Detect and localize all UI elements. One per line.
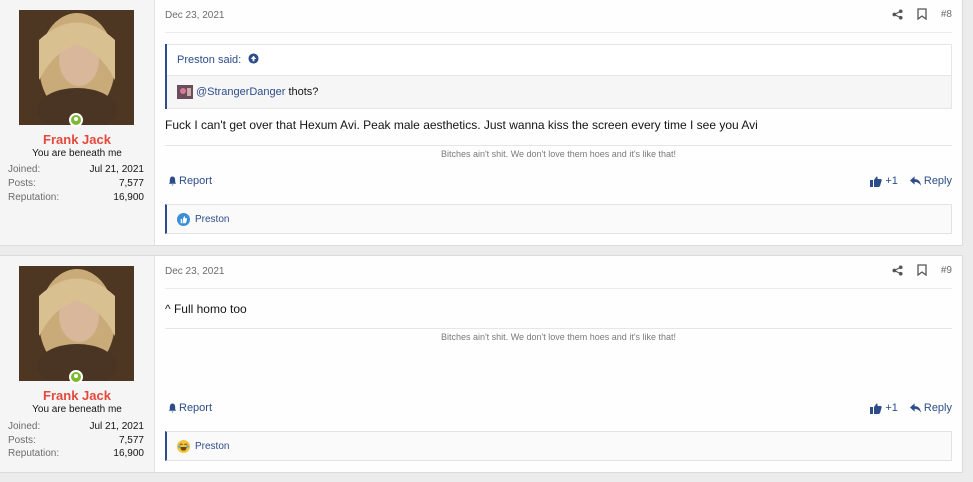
post-actions: +1 Reply xyxy=(870,402,952,414)
reactions-bar[interactable]: Preston xyxy=(165,431,952,461)
post-number[interactable]: #8 xyxy=(941,9,952,20)
report-label: Report xyxy=(179,402,213,414)
post-number[interactable]: #9 xyxy=(941,265,952,276)
share-icon[interactable] xyxy=(892,8,903,20)
stat-value: 16,900 xyxy=(113,448,144,459)
stat-value: Jul 21, 2021 xyxy=(89,164,145,175)
signature: Bitches ain't shit. We don't love them h… xyxy=(440,149,677,159)
divider xyxy=(165,288,952,289)
bookmark-icon[interactable] xyxy=(917,8,927,20)
post-body: Fuck I can't get over that Hexum Avi. Pe… xyxy=(165,118,758,132)
quote-text: thots? xyxy=(288,86,319,98)
reply-icon xyxy=(909,176,921,186)
post-actions: +1 Reply xyxy=(870,175,952,187)
report-button[interactable]: Report xyxy=(168,402,212,414)
report-button[interactable]: Report xyxy=(168,175,212,187)
post-date[interactable]: Dec 23, 2021 xyxy=(165,266,225,277)
reaction-user[interactable]: Preston xyxy=(195,214,229,225)
avatar[interactable] xyxy=(19,266,134,381)
post-tools: #8 xyxy=(892,8,952,20)
quote-body: @StrangerDanger thots? xyxy=(167,76,952,109)
reply-button[interactable]: Reply xyxy=(909,402,952,414)
user-sidebar: Frank Jack You are beneath me Joined: Ju… xyxy=(0,0,155,245)
signature-divider xyxy=(165,328,952,329)
stat-value: 7,577 xyxy=(118,435,144,446)
online-status-icon xyxy=(69,113,83,127)
bell-icon xyxy=(168,403,177,413)
post-body: ^ Full homo too xyxy=(165,302,247,316)
username[interactable]: Frank Jack xyxy=(0,388,154,403)
reaction-user[interactable]: Preston xyxy=(195,441,229,452)
share-icon[interactable] xyxy=(892,264,903,276)
like-button[interactable]: +1 xyxy=(870,175,898,187)
avatar[interactable] xyxy=(19,10,134,125)
thumbs-up-icon xyxy=(870,403,882,414)
user-title: You are beneath me xyxy=(32,148,122,159)
stat-value: 7,577 xyxy=(118,178,144,189)
quote-header[interactable]: Preston said: xyxy=(167,44,952,76)
reply-label: Reply xyxy=(923,402,952,414)
user-mention[interactable]: @StrangerDanger xyxy=(196,86,285,98)
signature: Bitches ain't shit. We don't love them h… xyxy=(440,332,677,342)
stat-label: Joined: xyxy=(8,421,41,432)
like-reaction-icon xyxy=(177,212,190,226)
bookmark-icon[interactable] xyxy=(917,264,927,276)
signature-divider xyxy=(165,145,952,146)
mention-avatar-icon xyxy=(177,85,193,99)
bell-icon xyxy=(168,176,177,186)
stat-label: Posts: xyxy=(8,435,36,446)
reactions-bar[interactable]: Preston xyxy=(165,204,952,234)
post-8: Frank Jack You are beneath me Joined: Ju… xyxy=(0,0,963,246)
jump-up-icon[interactable] xyxy=(248,53,259,64)
thumbs-up-icon xyxy=(870,176,882,187)
like-label: +1 xyxy=(885,402,898,414)
user-title: You are beneath me xyxy=(32,404,122,415)
online-status-icon xyxy=(69,370,83,384)
divider xyxy=(165,32,952,33)
like-button[interactable]: +1 xyxy=(870,402,898,414)
stat-value: Jul 21, 2021 xyxy=(89,421,145,432)
stat-value: 16,900 xyxy=(113,192,144,203)
post-tools: #9 xyxy=(892,264,952,276)
stat-label: Posts: xyxy=(8,178,36,189)
quote-author[interactable]: Preston said: xyxy=(177,54,241,66)
reply-button[interactable]: Reply xyxy=(909,175,952,187)
laugh-reaction-icon xyxy=(177,439,190,453)
like-label: +1 xyxy=(885,175,898,187)
post-date[interactable]: Dec 23, 2021 xyxy=(165,10,225,21)
stat-label: Joined: xyxy=(8,164,41,175)
reply-icon xyxy=(909,403,921,413)
username[interactable]: Frank Jack xyxy=(0,132,154,147)
quote-block: Preston said: @StrangerDanger thots? xyxy=(165,44,952,109)
user-sidebar: Frank Jack You are beneath me Joined: Ju… xyxy=(0,256,155,472)
stat-label: Reputation: xyxy=(8,192,60,203)
post-9: Frank Jack You are beneath me Joined: Ju… xyxy=(0,255,963,473)
reply-label: Reply xyxy=(923,175,952,187)
stat-label: Reputation: xyxy=(8,448,60,459)
report-label: Report xyxy=(179,175,213,187)
